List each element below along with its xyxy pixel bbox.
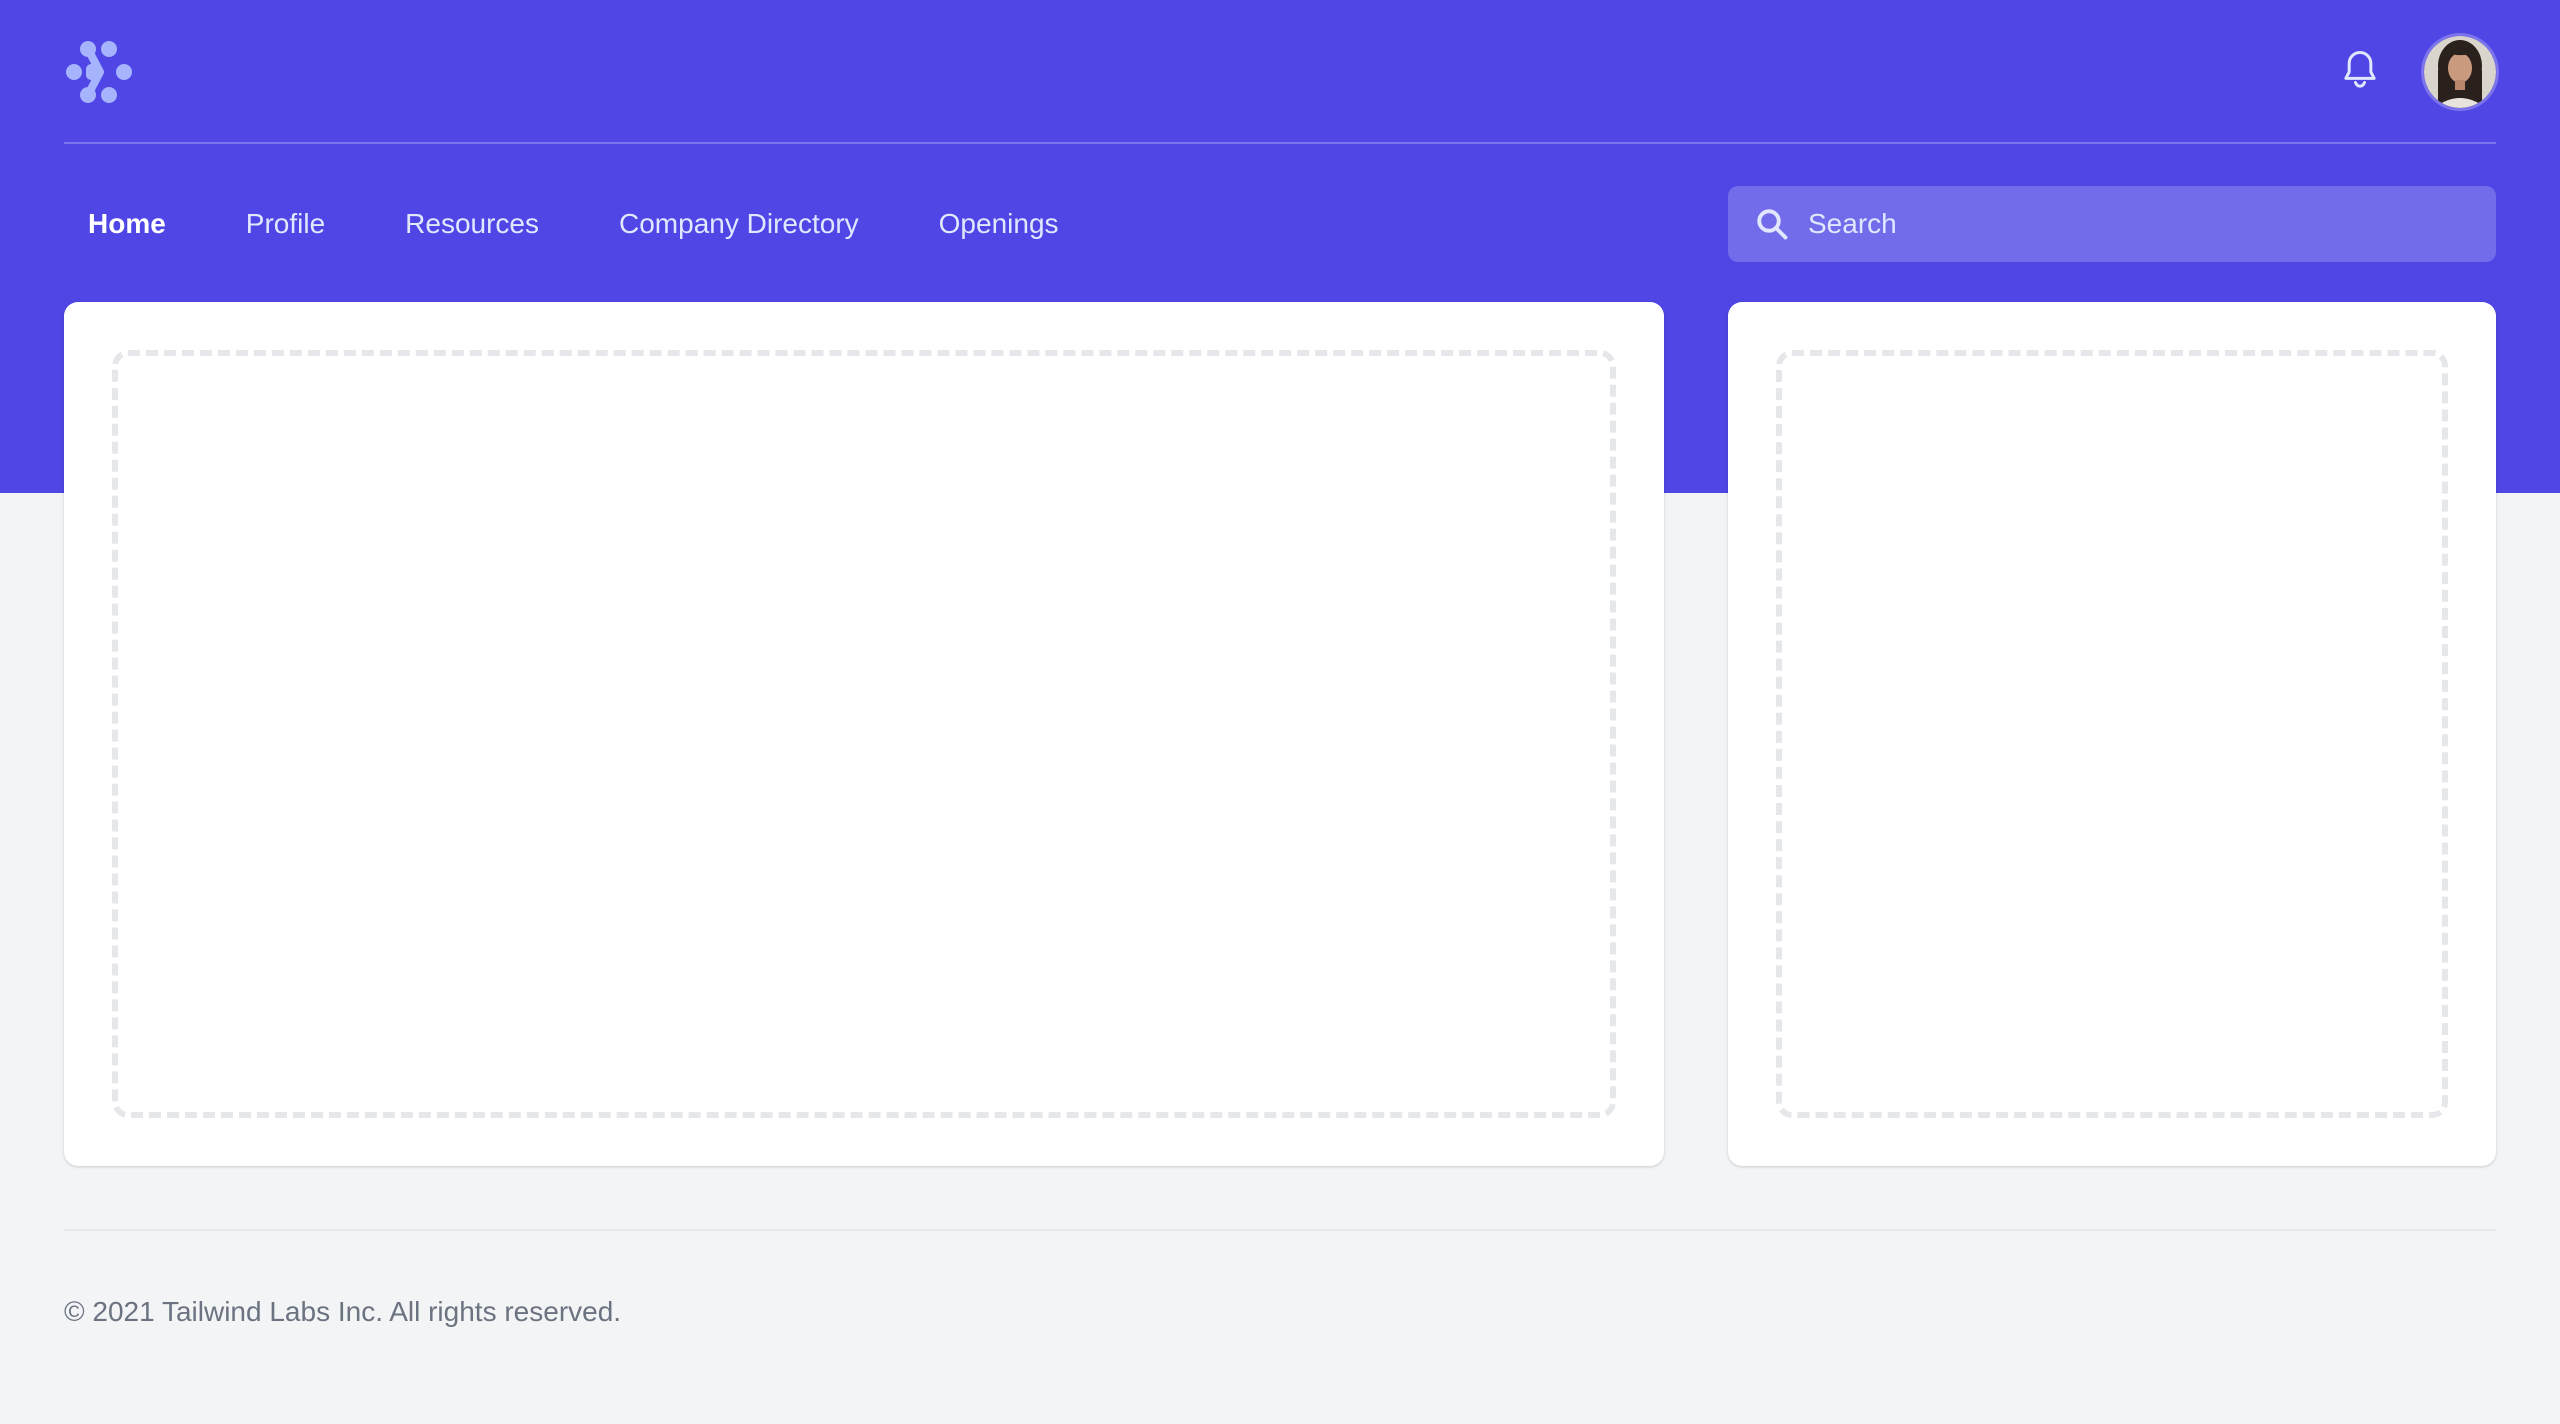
footer-divider <box>64 1229 2496 1231</box>
nav-item-openings[interactable]: Openings <box>915 194 1083 254</box>
top-bar <box>64 0 2496 144</box>
user-avatar[interactable] <box>2424 36 2496 108</box>
main-content-placeholder <box>112 350 1616 1118</box>
sidebar-card <box>1728 302 2496 1166</box>
nav-item-resources[interactable]: Resources <box>381 194 563 254</box>
search-input[interactable] <box>1808 186 2468 262</box>
workflow-logo-icon[interactable] <box>64 40 134 104</box>
notifications-button[interactable] <box>2336 48 2384 96</box>
bell-icon <box>2340 48 2380 97</box>
sidebar-content-placeholder <box>1776 350 2448 1118</box>
search-icon <box>1754 206 1790 242</box>
main-content-card <box>64 302 1664 1166</box>
nav-item-profile[interactable]: Profile <box>222 194 349 254</box>
footer-copyright: © 2021 Tailwind Labs Inc. All rights res… <box>64 1296 622 1327</box>
nav-item-company-directory[interactable]: Company Directory <box>595 194 883 254</box>
main-nav: Home Profile Resources Company Directory… <box>64 184 1115 264</box>
search-box <box>1728 186 2496 262</box>
nav-item-home[interactable]: Home <box>64 194 190 254</box>
